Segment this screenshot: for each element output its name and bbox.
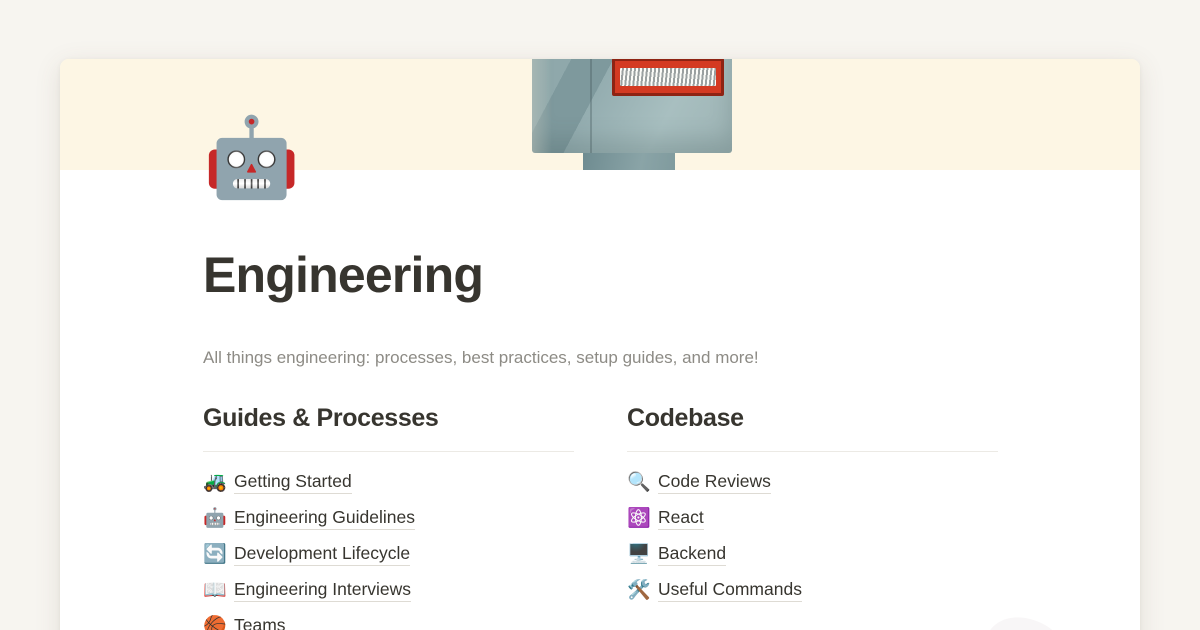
column-codebase: Codebase 🔍 Code Reviews ⚛️ React 🖥️	[627, 403, 998, 630]
link-getting-started[interactable]: Getting Started	[234, 471, 352, 494]
page-icon-robot-emoji[interactable]: 🤖	[203, 118, 300, 196]
list-item[interactable]: 🤖 Engineering Guidelines	[203, 501, 574, 537]
link-development-lifecycle[interactable]: Development Lifecycle	[234, 543, 410, 566]
list-item[interactable]: 🚜 Getting Started	[203, 465, 574, 501]
section-divider	[627, 451, 998, 452]
list-item[interactable]: 📖 Engineering Interviews	[203, 573, 574, 609]
tractor-emoji: 🚜	[203, 473, 225, 492]
list-item[interactable]: 🔍 Code Reviews	[627, 465, 998, 501]
section-divider	[203, 451, 574, 452]
link-code-reviews[interactable]: Code Reviews	[658, 471, 771, 494]
column-container: Guides & Processes 🚜 Getting Started 🤖 E…	[203, 403, 1140, 630]
link-react[interactable]: React	[658, 507, 704, 530]
list-item[interactable]: 🔄 Development Lifecycle	[203, 537, 574, 573]
link-teams[interactable]: Teams	[234, 615, 286, 630]
page-root: 🤖 Engineering All things engineering: pr…	[0, 0, 1200, 630]
section-heading: Guides & Processes	[203, 403, 574, 433]
list-item[interactable]: 🛠️ Useful Commands	[627, 573, 998, 609]
robot-mouth	[612, 59, 724, 96]
link-backend[interactable]: Backend	[658, 543, 726, 566]
list-item[interactable]: ⚛️ React	[627, 501, 998, 537]
document-card: 🤖 Engineering All things engineering: pr…	[60, 59, 1140, 630]
open-book-emoji: 📖	[203, 581, 225, 600]
list-item[interactable]: 🏀 Teams	[203, 609, 574, 630]
page-subtitle: All things engineering: processes, best …	[203, 346, 1140, 371]
magnifying-glass-emoji: 🔍	[627, 473, 649, 492]
page-title: Engineering	[203, 248, 1140, 302]
cover-photo-robot	[490, 59, 775, 170]
hammer-and-wrench-emoji: 🛠️	[627, 581, 649, 600]
column-guides-processes: Guides & Processes 🚜 Getting Started 🤖 E…	[203, 403, 574, 630]
document-body: Engineering All things engineering: proc…	[60, 248, 1140, 630]
basketball-emoji: 🏀	[203, 617, 225, 630]
link-list-guides-processes: 🚜 Getting Started 🤖 Engineering Guidelin…	[203, 465, 574, 630]
link-useful-commands[interactable]: Useful Commands	[658, 579, 802, 602]
link-engineering-guidelines[interactable]: Engineering Guidelines	[234, 507, 415, 530]
arrows-counterclockwise-emoji: 🔄	[203, 545, 225, 564]
robot-face-emoji: 🤖	[203, 509, 225, 528]
link-engineering-interviews[interactable]: Engineering Interviews	[234, 579, 411, 602]
list-item[interactable]: 🖥️ Backend	[627, 537, 998, 573]
link-list-codebase: 🔍 Code Reviews ⚛️ React 🖥️ Backend	[627, 465, 998, 609]
desktop-computer-emoji: 🖥️	[627, 545, 649, 564]
section-heading: Codebase	[627, 403, 998, 433]
atom-symbol-emoji: ⚛️	[627, 509, 649, 528]
